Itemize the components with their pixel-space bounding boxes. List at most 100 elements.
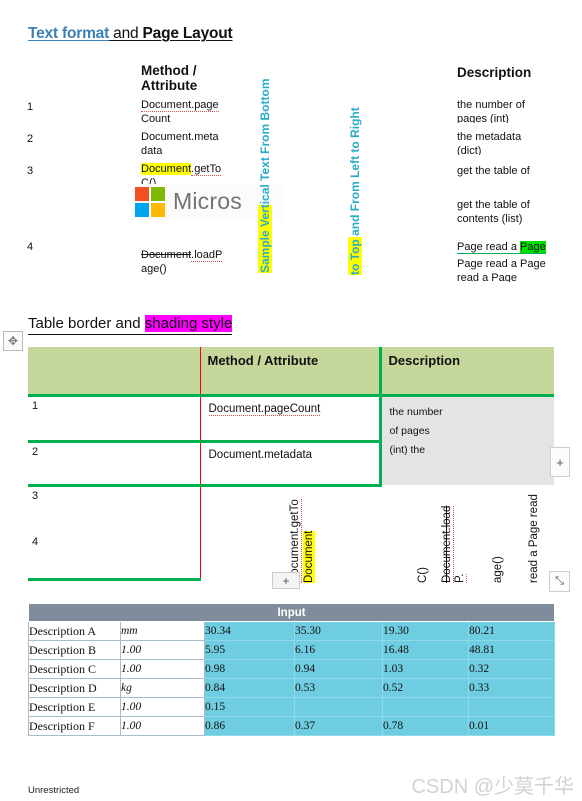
green-row-2-method: Document.metadata: [199, 441, 380, 487]
row-value: 0.32: [467, 659, 556, 679]
row-value: 0.01: [467, 716, 556, 736]
table-row: Description E 1.00 0.15: [28, 697, 556, 717]
row-label: Description C: [28, 659, 121, 679]
table-row: Description F 1.00 0.86 0.37 0.78 0.01: [28, 716, 556, 736]
row-label: Description B: [28, 640, 121, 660]
row-number-1: 1: [27, 101, 34, 113]
col-header-description: Description: [457, 65, 532, 80]
cell-description-1: the number of pages (int): [457, 99, 525, 123]
vertical-text-left-container: Sample Vertical Text From Bottom: [243, 60, 272, 275]
green-description-lines: the number of pages (int) the: [389, 405, 443, 456]
green-row-3-number: 3: [32, 489, 39, 502]
add-column-handle-icon[interactable]: +: [550, 447, 570, 477]
row-value: 0.33: [467, 678, 556, 698]
green-table-header-row: Method / Attribute Description: [28, 347, 554, 397]
row-value: 0.86: [204, 716, 295, 736]
highlight-page-token: Page: [520, 241, 546, 253]
page-title-text-format: Text format and Page Layout: [28, 25, 233, 43]
table-row: Description B 1.00 5.95 6.16 16.48 48.81: [28, 640, 556, 660]
microsoft-logo-square-green: [151, 187, 165, 201]
footer-classification: Unrestricted: [28, 785, 80, 796]
title-part-page-layout: Page Layout: [142, 25, 233, 42]
row-value: 16.48: [382, 640, 469, 660]
row-unit: 1.00: [120, 640, 205, 660]
table-move-handle-icon[interactable]: ✥: [3, 331, 23, 351]
microsoft-logo-square-red: [135, 187, 149, 201]
row-value: 6.16: [294, 640, 383, 660]
row-value: 80.21: [467, 621, 556, 641]
row-value: [294, 697, 383, 717]
table-resize-handle-icon[interactable]: ⤡: [549, 571, 570, 592]
green-description-merged-cell: the number of pages (int) the: [378, 395, 554, 485]
cell-description-3b: get the table of contents (list): [457, 199, 530, 225]
cell-description-4b: Page read a Page read a Page: [457, 258, 546, 282]
section-title-plain: Table border and: [28, 315, 145, 332]
watermark-csdn: CSDN @少莫千华: [411, 776, 574, 798]
row-value: 0.94: [294, 659, 383, 679]
row-unit: mm: [120, 621, 205, 641]
vertical-text-right-container: to Top and From Left to Right: [333, 85, 362, 280]
green-row-4-number: 4: [28, 533, 200, 581]
green-row-2-number: 2: [28, 441, 200, 487]
underline-green-text: Page read a Page: [457, 241, 546, 254]
green-table-row-1: 1 Document.pageCount the number of pages…: [28, 395, 554, 485]
section-title-table-border: Table border and shading style: [28, 315, 233, 335]
row-value: 1.03: [382, 659, 469, 679]
microsoft-logo-square-yellow: [151, 203, 165, 217]
row-number-2: 2: [27, 133, 34, 145]
green-row-1-number: 1: [28, 395, 200, 443]
row-value: 0.98: [204, 659, 295, 679]
row-number-3: 3: [27, 165, 34, 177]
row-unit: 1.00: [120, 697, 205, 717]
cell-description-2: the metadata (dict): [457, 131, 522, 155]
green-header-cell-empty: [28, 347, 200, 397]
title-part-text-format: Text format: [28, 25, 110, 42]
vertical-text-right: to Top and From Left to Right: [348, 107, 362, 275]
cell-description-3a: get the table of: [457, 165, 530, 177]
row-value: 0.15: [204, 697, 295, 717]
section-title-highlight: shading style: [144, 315, 233, 332]
table-row: Description C 1.00 0.98 0.94 1.03 0.32: [28, 659, 556, 679]
row-label: Description A: [28, 621, 121, 641]
green-row-4-description: [380, 533, 554, 579]
green-row-3-description: [380, 485, 554, 533]
row-unit: 1.00: [120, 716, 205, 736]
row-value: 0.52: [382, 678, 469, 698]
row-unit: 1.00: [120, 659, 205, 679]
cell-description-4a: Page read a Page: [457, 241, 567, 255]
title-part-and: and: [109, 25, 143, 42]
row-label: Description D: [28, 678, 121, 698]
row-value: 35.30: [294, 621, 383, 641]
green-table-row-3: 3: [28, 485, 554, 533]
row-value: 0.84: [204, 678, 295, 698]
green-row-3-method: [199, 485, 380, 533]
input-data-table: Input Description A mm 30.34 35.30 19.30…: [27, 603, 556, 736]
row-value: 19.30: [382, 621, 469, 641]
row-value: [382, 697, 469, 717]
input-table-title: Input: [27, 603, 556, 622]
row-value: 0.78: [382, 716, 469, 736]
row-unit: kg: [120, 678, 205, 698]
table-row: Description D kg 0.84 0.53 0.52 0.33: [28, 678, 556, 698]
highlight-document-token: Document: [141, 163, 192, 175]
row-label: Description F: [28, 716, 121, 736]
cell-method-2: Document.meta data: [141, 131, 219, 155]
green-row-1-method: Document.pageCount: [199, 395, 380, 443]
vertical-text-left: Sample Vertical Text From Bottom: [258, 78, 272, 273]
input-table-title-row: Input: [27, 603, 556, 622]
row-value: 0.53: [294, 678, 383, 698]
cell-method-4: Document.loadP age(): [141, 249, 223, 275]
add-row-handle-icon[interactable]: +: [272, 572, 300, 589]
col-header-method-attribute: Method / Attribute: [141, 63, 198, 93]
green-header-cell-method: Method / Attribute: [199, 347, 380, 397]
cell-method-1: Document.page Count: [141, 99, 219, 123]
row-value: [467, 697, 556, 717]
microsoft-logo-wordmark: Micros: [173, 188, 242, 214]
row-value: 0.37: [294, 716, 383, 736]
green-border-table: Method / Attribute Description 1 Documen…: [28, 347, 554, 581]
row-number-4: 4: [27, 241, 34, 253]
green-header-cell-description: Description: [378, 347, 554, 397]
row-value: 30.34: [204, 621, 295, 641]
row-value: 48.81: [467, 640, 556, 660]
row-value: 5.95: [204, 640, 295, 660]
